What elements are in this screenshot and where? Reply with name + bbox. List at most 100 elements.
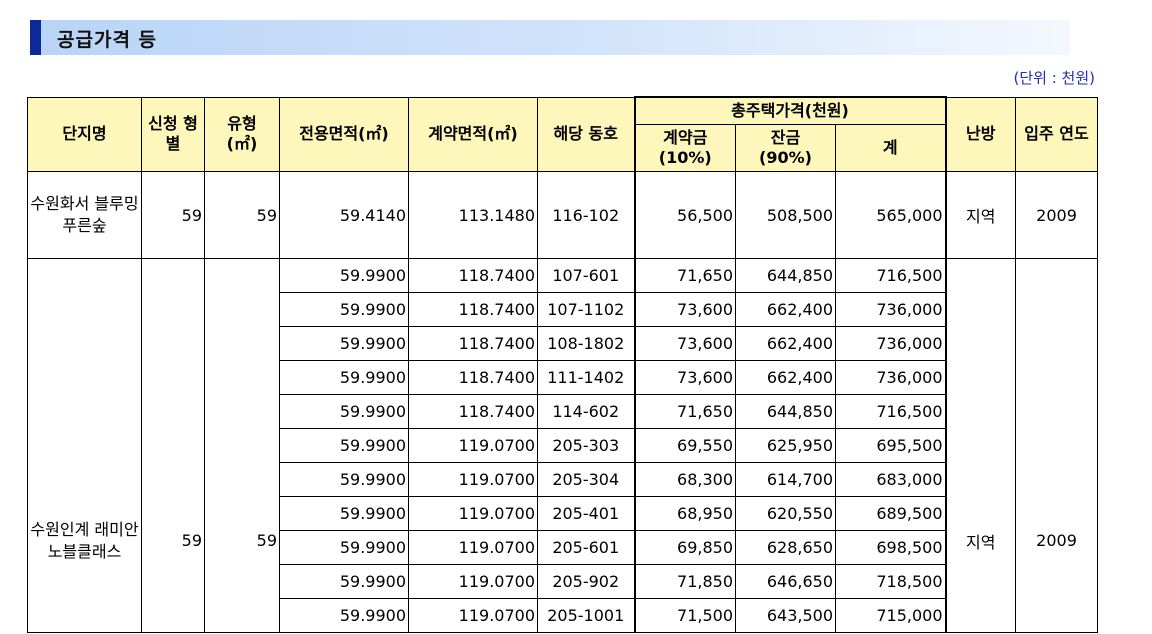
complex-name: 수원화서 블루밍 푸른숲	[27, 171, 142, 259]
header-heating: 난방	[945, 96, 1017, 172]
section-header: 공급가격 등	[30, 20, 1070, 55]
balance-cell: 625,950	[735, 428, 836, 463]
total-cell: 736,000	[834, 360, 947, 395]
contract-area-cell: 119.0700	[408, 496, 538, 531]
table-body: 수원화서 블루밍 푸른숲 59 59 59.4140 113.1480 116-…	[27, 171, 1099, 633]
balance-cell: 644,850	[735, 394, 836, 429]
deposit-cell: 73,600	[633, 292, 736, 327]
building-unit-cell: 205-303	[537, 428, 635, 463]
unit-note: (단위 : 천원)	[1013, 69, 1096, 87]
header-type-label: 유형	[227, 114, 257, 134]
header-exclusive-area: 전용면적(㎡)	[279, 96, 409, 172]
header-type-unit: (㎡)	[226, 134, 258, 154]
header-contract-area: 계약면적(㎡)	[408, 96, 538, 172]
deposit-cell: 69,850	[633, 530, 736, 565]
deposit-cell: 71,850	[633, 564, 736, 599]
building-unit-cell: 205-1001	[537, 598, 635, 633]
building-unit-cell: 205-304	[537, 462, 635, 497]
contract-area-cell: 119.0700	[408, 598, 538, 633]
building-unit-cell: 205-401	[537, 496, 635, 531]
section-accent-bar	[30, 20, 41, 55]
header-move-in: 입주 연도	[1015, 96, 1099, 172]
building-unit-cell: 114-602	[537, 394, 635, 429]
balance-cell: 662,400	[735, 326, 836, 361]
total-cell: 736,000	[834, 326, 947, 361]
building-unit-cell: 107-1102	[537, 292, 635, 327]
table-row: 수원인계 래미안 노블클래스 59 59 59.9900 118.7400 10…	[27, 258, 1099, 633]
move-in-cell: 2009	[1015, 258, 1099, 633]
balance-cell: 646,650	[735, 564, 836, 599]
exclusive-area-cell: 59.9900	[279, 530, 409, 565]
supply-price-table: 단지명 신청 형별 유형 (㎡) 전용면적(㎡) 계약면적(㎡) 해당 동호 총…	[27, 96, 1099, 633]
balance-cell: 614,700	[735, 462, 836, 497]
contract-area-cell: 113.1480	[408, 171, 538, 259]
total-cell: 716,500	[834, 258, 947, 293]
balance-cell: 628,650	[735, 530, 836, 565]
building-unit-cell: 111-1402	[537, 360, 635, 395]
contract-area-cell: 119.0700	[408, 564, 538, 599]
header-complex: 단지명	[27, 96, 142, 172]
balance-cell: 662,400	[735, 360, 836, 395]
header-balance-label: 잔금	[770, 128, 801, 147]
contract-area-cell: 119.0700	[408, 462, 538, 497]
table-row: 수원화서 블루밍 푸른숲 59 59 59.4140 113.1480 116-…	[27, 171, 1099, 259]
exclusive-area-cell: 59.4140	[279, 171, 409, 259]
total-cell: 716,500	[834, 394, 947, 429]
contract-area-cell: 119.0700	[408, 530, 538, 565]
header-sum: 계	[834, 124, 947, 172]
exclusive-area-cell: 59.9900	[279, 292, 409, 327]
balance-cell: 644,850	[735, 258, 836, 293]
header-deposit: 계약금 (10%)	[633, 124, 736, 172]
exclusive-area-cell: 59.9900	[279, 326, 409, 361]
type-cell: 59	[204, 171, 280, 259]
header-building-unit: 해당 동호	[537, 96, 635, 172]
total-cell: 718,500	[834, 564, 947, 599]
header-deposit-pct: (10%)	[658, 148, 712, 167]
total-cell: 695,500	[834, 428, 947, 463]
building-unit-cell: 108-1802	[537, 326, 635, 361]
header-total-price: 총주택가격(천원)	[633, 96, 947, 125]
exclusive-area-cell: 59.9900	[279, 462, 409, 497]
total-cell: 698,500	[834, 530, 947, 565]
balance-cell: 620,550	[735, 496, 836, 531]
contract-area-cell: 119.0700	[408, 428, 538, 463]
applicant-type-cell: 59	[141, 171, 205, 259]
building-unit-cell: 107-601	[537, 258, 635, 293]
header-type: 유형 (㎡)	[204, 96, 280, 172]
contract-area-cell: 118.7400	[408, 394, 538, 429]
contract-area-cell: 118.7400	[408, 360, 538, 395]
contract-area-cell: 118.7400	[408, 326, 538, 361]
building-unit-cell: 205-601	[537, 530, 635, 565]
type-cell: 59	[204, 258, 280, 633]
applicant-type-cell: 59	[141, 258, 205, 633]
section-title: 공급가격 등	[57, 29, 158, 51]
table-header: 단지명 신청 형별 유형 (㎡) 전용면적(㎡) 계약면적(㎡) 해당 동호 총…	[27, 96, 1099, 172]
header-balance-pct: (90%)	[759, 148, 812, 167]
deposit-cell: 69,550	[633, 428, 736, 463]
exclusive-area-cell: 59.9900	[279, 258, 409, 293]
deposit-cell: 71,500	[633, 598, 736, 633]
balance-cell: 662,400	[735, 292, 836, 327]
exclusive-area-cell: 59.9900	[279, 428, 409, 463]
total-cell: 736,000	[834, 292, 947, 327]
header-applicant-type: 신청 형별	[141, 96, 205, 172]
total-cell: 715,000	[834, 598, 947, 633]
header-deposit-label: 계약금	[663, 128, 708, 147]
deposit-cell: 68,300	[633, 462, 736, 497]
exclusive-area-cell: 59.9900	[279, 394, 409, 429]
total-cell: 565,000	[834, 171, 947, 259]
balance-cell: 643,500	[735, 598, 836, 633]
total-cell: 689,500	[834, 496, 947, 531]
exclusive-area-cell: 59.9900	[279, 598, 409, 633]
building-unit-cell: 205-902	[537, 564, 635, 599]
deposit-cell: 56,500	[633, 171, 736, 259]
exclusive-area-cell: 59.9900	[279, 360, 409, 395]
balance-cell: 508,500	[735, 171, 836, 259]
complex-name: 수원인계 래미안 노블클래스	[27, 258, 142, 633]
building-unit-cell: 116-102	[537, 171, 635, 259]
deposit-cell: 71,650	[633, 394, 736, 429]
exclusive-area-cell: 59.9900	[279, 564, 409, 599]
deposit-cell: 71,650	[633, 258, 736, 293]
deposit-cell: 73,600	[633, 360, 736, 395]
contract-area-cell: 118.7400	[408, 258, 538, 293]
